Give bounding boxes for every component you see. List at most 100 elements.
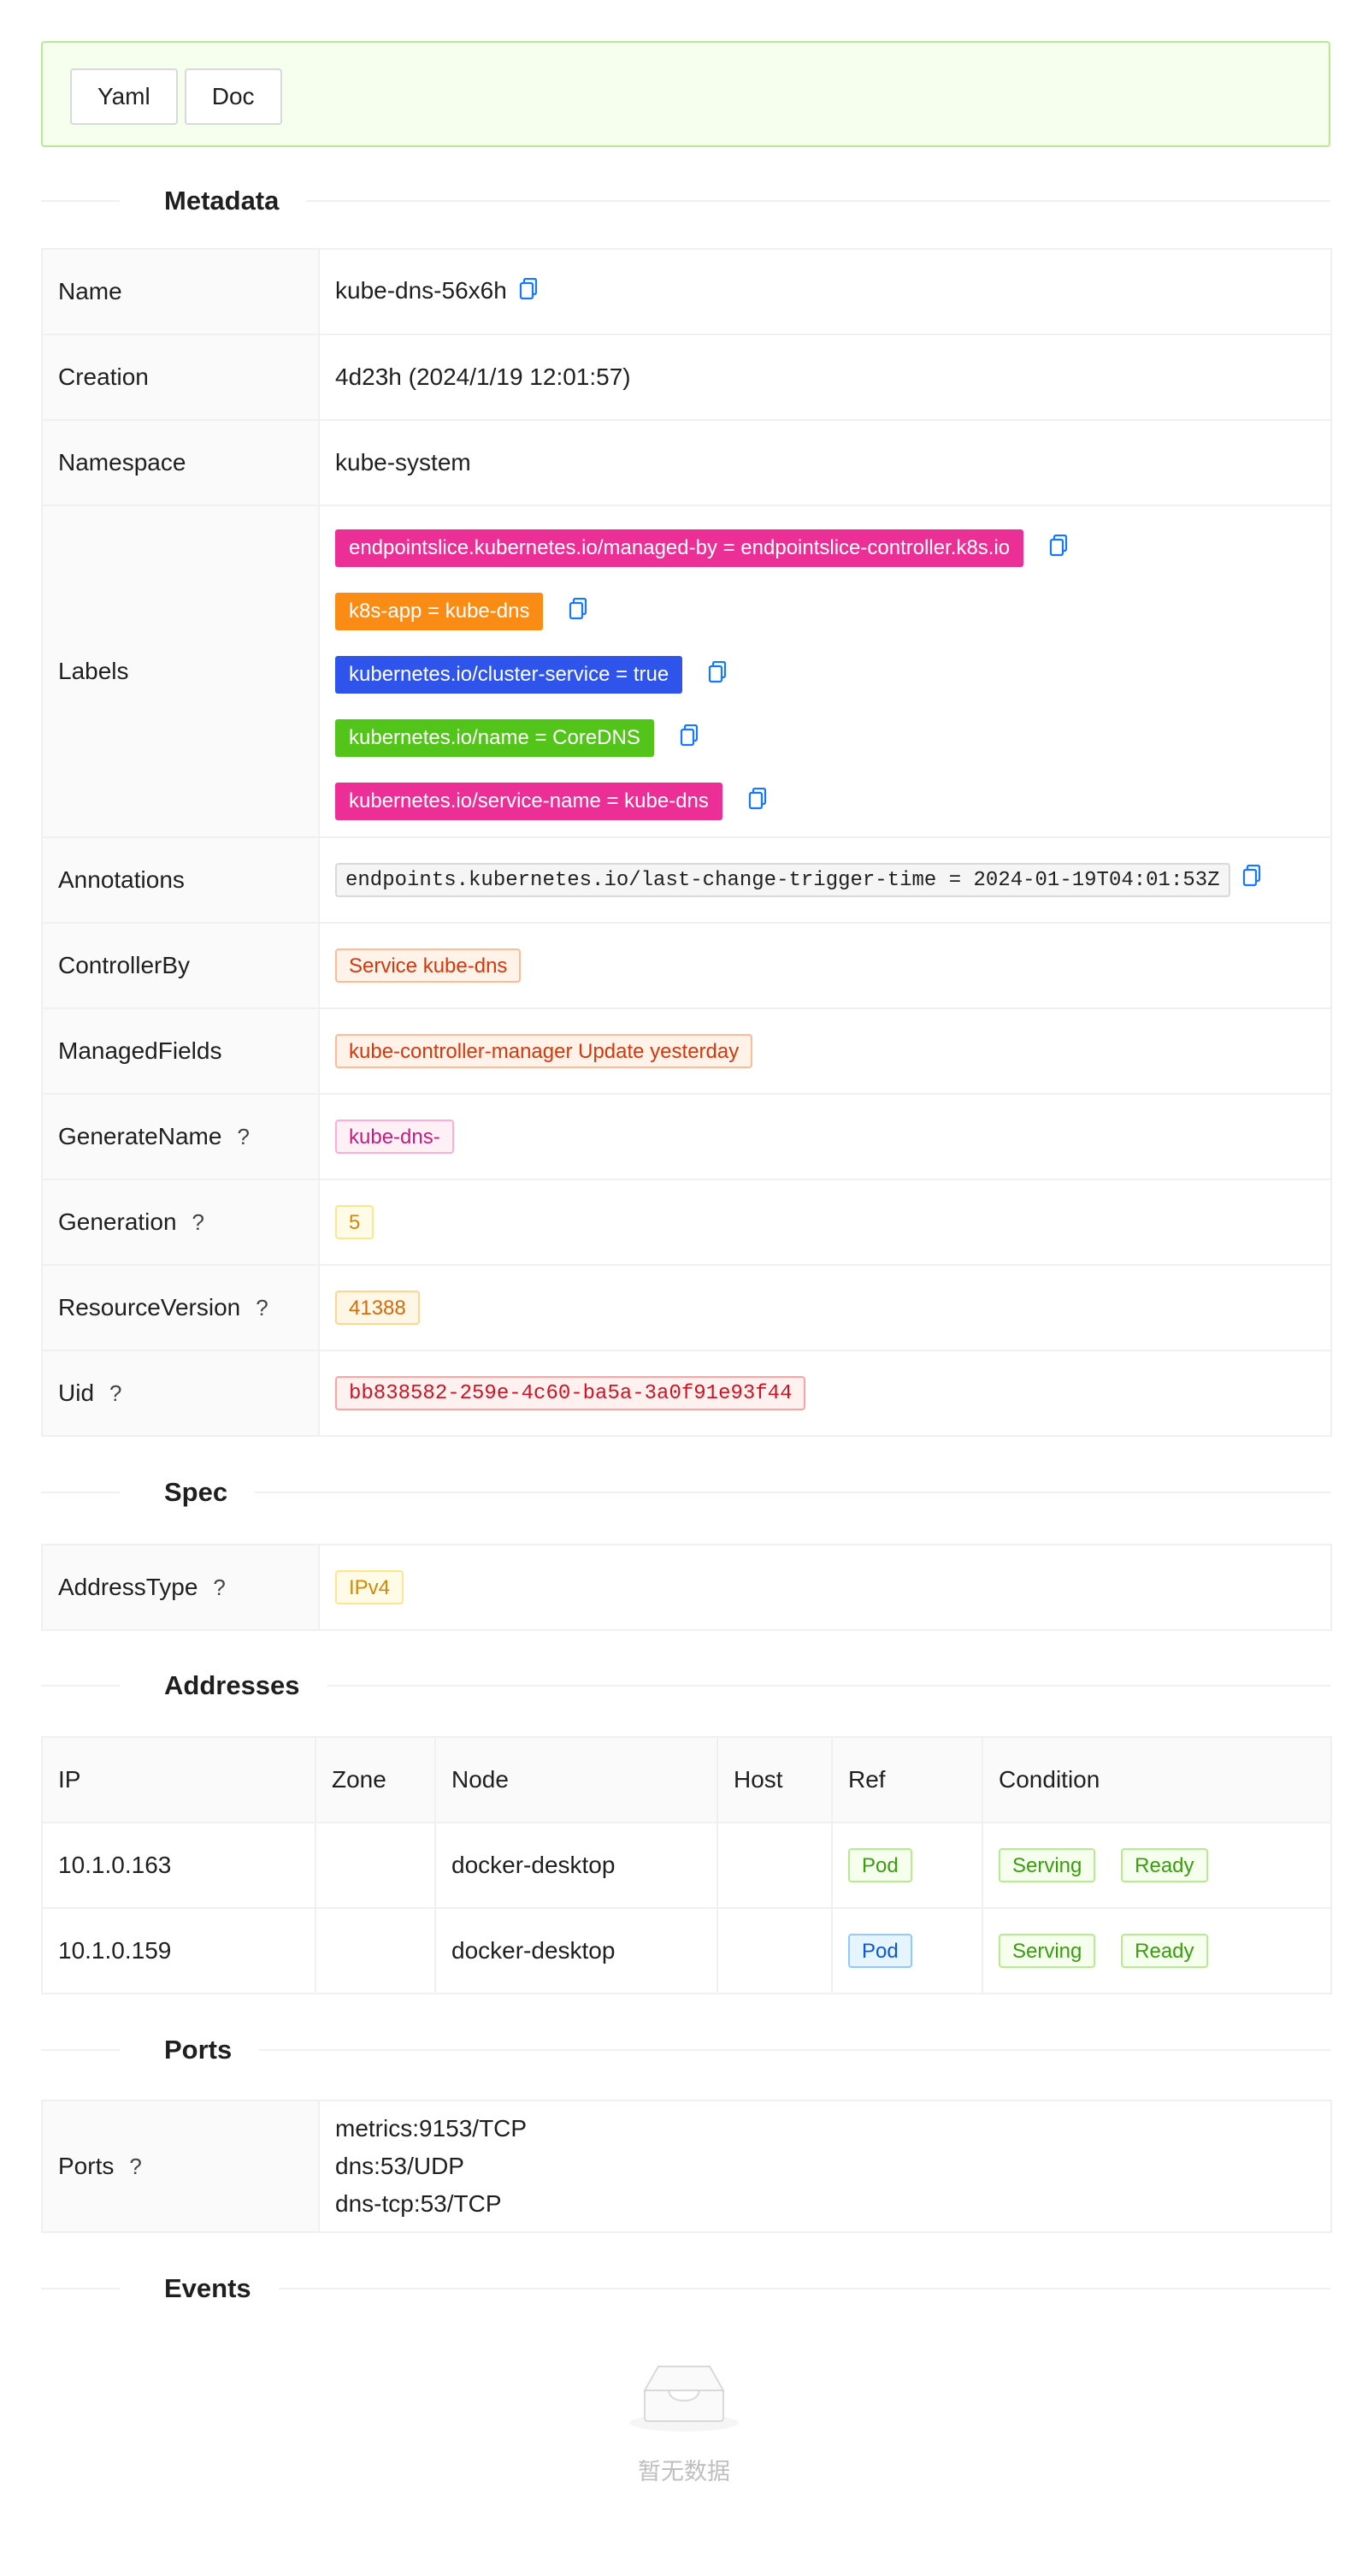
metadata-row-annotations: Annotations endpoints.kubernetes.io/last… xyxy=(41,836,1332,924)
divider-line xyxy=(255,1492,1330,1493)
ports-label: Ports xyxy=(58,2153,115,2179)
copy-icon[interactable] xyxy=(748,787,767,816)
events-empty-state: 暂无数据 xyxy=(0,2356,1368,2486)
ready-condition-tag: Ready xyxy=(1121,1848,1208,1882)
spec-section-title: Spec xyxy=(164,1477,228,1507)
name-label: Name xyxy=(41,248,320,335)
generatename-label: GenerateName xyxy=(58,1123,222,1149)
divider-line xyxy=(41,2049,120,2051)
copy-icon[interactable] xyxy=(680,724,699,753)
uid-tag: bb838582-259e-4c60-ba5a-3a0f91e93f44 xyxy=(335,1376,806,1410)
resourceversion-label: ResourceVersion xyxy=(58,1294,241,1320)
divider-line xyxy=(259,2049,1330,2051)
resourceversion-value-cell: 41388 xyxy=(318,1264,1332,1351)
events-section-title: Events xyxy=(164,2273,251,2303)
divider-line xyxy=(278,2288,1330,2289)
label-tag: endpointslice.kubernetes.io/managed-by =… xyxy=(335,529,1024,567)
annotation-code: endpoints.kubernetes.io/last-change-trig… xyxy=(335,863,1230,897)
host-cell xyxy=(716,1822,833,1909)
copy-icon[interactable] xyxy=(1242,865,1261,893)
column-header-node: Node xyxy=(434,1736,718,1823)
resourceversion-tag: 41388 xyxy=(335,1291,420,1325)
generatename-value-cell: kube-dns- xyxy=(318,1093,1332,1180)
events-section-header: Events xyxy=(41,2272,1330,2306)
copy-icon[interactable] xyxy=(569,597,587,626)
managedfields-tag[interactable]: kube-controller-manager Update yesterday xyxy=(335,1034,753,1068)
copy-icon[interactable] xyxy=(708,660,727,689)
labels-value-cell: endpointslice.kubernetes.io/managed-by =… xyxy=(318,505,1332,838)
ready-condition-tag: Ready xyxy=(1121,1934,1208,1968)
metadata-table: Name kube-dns-56x6h Creation 4d23h (2024… xyxy=(41,248,1332,1437)
ports-value-cell: metrics:9153/TCP dns:53/UDP dns-tcp:53/T… xyxy=(318,2100,1332,2233)
column-header-zone: Zone xyxy=(315,1736,436,1823)
uid-label-cell: Uid? xyxy=(41,1350,320,1437)
namespace-label: Namespace xyxy=(41,419,320,506)
table-row: 10.1.0.163 docker-desktop Pod Serving Re… xyxy=(41,1822,1332,1909)
metadata-row-uid: Uid? bb838582-259e-4c60-ba5a-3a0f91e93f4… xyxy=(41,1350,1332,1437)
column-header-ip: IP xyxy=(41,1736,316,1823)
zone-cell xyxy=(315,1822,436,1909)
yaml-button[interactable]: Yaml xyxy=(70,68,178,125)
metadata-row-controllerby: ControllerBy Service kube-dns xyxy=(41,922,1332,1009)
generation-label-cell: Generation? xyxy=(41,1179,320,1266)
label-tag: kubernetes.io/service-name = kube-dns xyxy=(335,783,722,820)
ip-cell: 10.1.0.163 xyxy=(41,1822,316,1909)
generatename-label-cell: GenerateName? xyxy=(41,1093,320,1180)
copy-icon[interactable] xyxy=(519,277,538,306)
serving-condition-tag: Serving xyxy=(999,1934,1096,1968)
help-icon[interactable]: ? xyxy=(129,2154,141,2180)
label-item: kubernetes.io/cluster-service = true xyxy=(335,656,1315,694)
table-row: 10.1.0.159 docker-desktop Pod Serving Re… xyxy=(41,1907,1332,1994)
controllerby-tag[interactable]: Service kube-dns xyxy=(335,948,522,983)
namespace-value: kube-system xyxy=(318,419,1332,506)
help-icon[interactable]: ? xyxy=(213,1575,225,1601)
name-value-cell: kube-dns-56x6h xyxy=(318,248,1332,335)
addresses-table: IP Zone Node Host Ref Condition 10.1.0.1… xyxy=(41,1736,1332,1994)
condition-cell: Serving Ready xyxy=(982,1907,1332,1994)
ref-cell: Pod xyxy=(831,1907,983,1994)
addresses-section-title: Addresses xyxy=(164,1670,300,1700)
host-cell xyxy=(716,1907,833,1994)
help-icon[interactable]: ? xyxy=(237,1124,249,1150)
pod-ref-tag[interactable]: Pod xyxy=(848,1934,912,1968)
spec-row-addresstype: AddressType? IPv4 xyxy=(41,1544,1332,1631)
port-item: metrics:9153/TCP xyxy=(335,2115,528,2142)
condition-cell: Serving Ready xyxy=(982,1822,1332,1909)
column-header-ref: Ref xyxy=(831,1736,983,1823)
metadata-row-name: Name kube-dns-56x6h xyxy=(41,248,1332,335)
metadata-row-managedfields: ManagedFields kube-controller-manager Up… xyxy=(41,1007,1332,1095)
controllerby-label: ControllerBy xyxy=(41,922,320,1009)
creation-label: Creation xyxy=(41,334,320,421)
addresstype-label-cell: AddressType? xyxy=(41,1544,320,1631)
node-cell: docker-desktop xyxy=(434,1907,718,1994)
name-value: kube-dns-56x6h xyxy=(335,276,507,304)
resourceversion-label-cell: ResourceVersion? xyxy=(41,1264,320,1351)
label-tag: kubernetes.io/name = CoreDNS xyxy=(335,719,654,757)
metadata-section-header: Metadata xyxy=(41,184,1330,218)
ports-label-cell: Ports? xyxy=(41,2100,320,2233)
spec-table: AddressType? IPv4 xyxy=(41,1544,1332,1631)
label-item: kubernetes.io/name = CoreDNS xyxy=(335,719,1315,757)
help-icon[interactable]: ? xyxy=(109,1380,121,1407)
label-item: kubernetes.io/service-name = kube-dns xyxy=(335,783,1315,820)
metadata-row-namespace: Namespace kube-system xyxy=(41,419,1332,506)
spec-section-header: Spec xyxy=(41,1475,1330,1510)
ports-section-header: Ports xyxy=(41,2033,1330,2067)
addresstype-tag: IPv4 xyxy=(335,1570,404,1604)
divider-line xyxy=(327,1685,1330,1687)
managedfields-value-cell: kube-controller-manager Update yesterday xyxy=(318,1007,1332,1095)
annotations-value-cell: endpoints.kubernetes.io/last-change-trig… xyxy=(318,836,1332,924)
divider-line xyxy=(41,2288,120,2289)
serving-condition-tag: Serving xyxy=(999,1848,1096,1882)
pod-ref-tag[interactable]: Pod xyxy=(848,1848,912,1882)
label-tag: kubernetes.io/cluster-service = true xyxy=(335,656,683,694)
copy-icon[interactable] xyxy=(1049,534,1068,563)
generation-label: Generation xyxy=(58,1208,177,1235)
help-icon[interactable]: ? xyxy=(256,1295,268,1321)
doc-button[interactable]: Doc xyxy=(184,68,282,125)
endpointslice-detail-page: Yaml Doc Metadata Name kube-dns-56x6h Cr… xyxy=(0,0,1368,2576)
label-item: endpointslice.kubernetes.io/managed-by =… xyxy=(335,529,1315,567)
help-icon[interactable]: ? xyxy=(192,1209,204,1236)
divider-line xyxy=(306,200,1330,202)
port-item: dns:53/UDP xyxy=(335,2153,464,2179)
